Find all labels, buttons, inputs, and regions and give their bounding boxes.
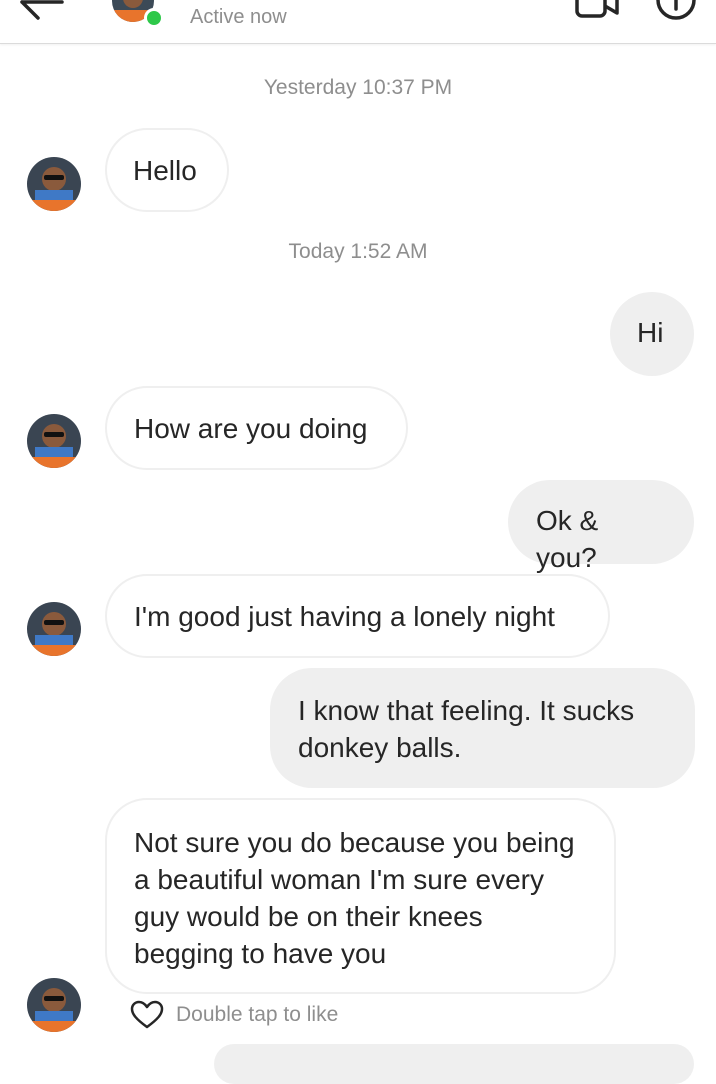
message-text: How are you doing bbox=[134, 413, 368, 444]
message-text: I know that feeling. It sucks donkey bal… bbox=[298, 695, 635, 763]
profile-photo bbox=[27, 978, 81, 1032]
outgoing-message[interactable]: I know that feeling. It sucks donkey bal… bbox=[270, 668, 695, 788]
outgoing-message[interactable]: Hi bbox=[610, 292, 694, 376]
sender-avatar[interactable] bbox=[27, 157, 81, 211]
active-status: Active now bbox=[190, 6, 287, 28]
like-hint[interactable]: Double tap to like bbox=[130, 999, 338, 1031]
timestamp: Yesterday 10:37 PM bbox=[263, 76, 453, 99]
message-text: Ok & you? bbox=[536, 505, 599, 573]
video-camera-icon bbox=[575, 0, 619, 18]
heart-outline-icon bbox=[130, 1000, 164, 1029]
profile-photo bbox=[27, 157, 81, 211]
chat-header: Active now bbox=[0, 0, 716, 44]
message-text: I'm good just having a lonely night bbox=[134, 601, 555, 632]
message-text: Hello bbox=[133, 155, 197, 186]
video-call-button[interactable] bbox=[573, 0, 621, 20]
sender-avatar[interactable] bbox=[27, 978, 81, 1032]
profile-photo bbox=[27, 602, 81, 656]
message-text: Not sure you do because you being a beau… bbox=[134, 827, 575, 969]
incoming-message[interactable]: I'm good just having a lonely night bbox=[105, 574, 610, 658]
message-text: Hi bbox=[637, 317, 664, 348]
info-button[interactable] bbox=[654, 0, 698, 22]
timestamp: Today 1:52 AM bbox=[288, 240, 428, 263]
incoming-message[interactable]: Hello bbox=[105, 128, 229, 212]
incoming-message[interactable]: Not sure you do because you being a beau… bbox=[105, 798, 616, 994]
profile-photo bbox=[27, 414, 81, 468]
info-icon bbox=[656, 0, 696, 20]
outgoing-message[interactable]: Ok & you? bbox=[508, 480, 694, 573]
incoming-message[interactable]: How are you doing bbox=[105, 386, 408, 470]
back-button[interactable] bbox=[18, 0, 68, 22]
outgoing-message-partial[interactable] bbox=[214, 1044, 694, 1084]
online-indicator bbox=[144, 8, 164, 28]
back-arrow-icon bbox=[20, 0, 64, 20]
sender-avatar[interactable] bbox=[27, 414, 81, 468]
like-hint-label: Double tap to like bbox=[176, 1003, 339, 1026]
sender-avatar[interactable] bbox=[27, 602, 81, 656]
